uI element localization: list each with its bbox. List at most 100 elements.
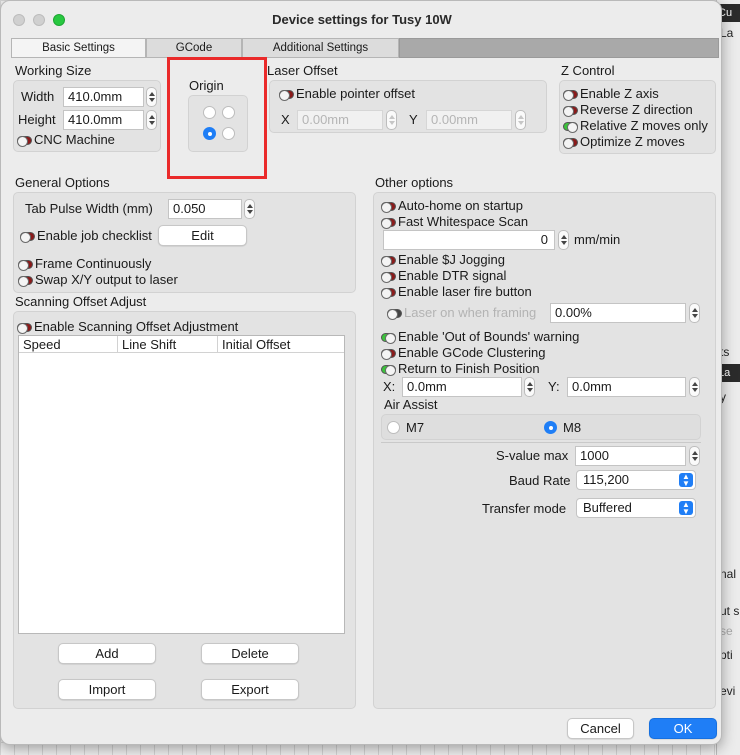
background-text: evi xyxy=(720,684,736,698)
svalue-max-stepper[interactable] xyxy=(689,446,700,466)
other-options-heading: Other options xyxy=(375,175,454,190)
width-stepper[interactable] xyxy=(146,87,157,107)
reverse-z-direction-toggle[interactable] xyxy=(563,106,578,117)
optimize-z-moves-toggle[interactable] xyxy=(563,138,578,149)
origin-bottom-left-radio[interactable] xyxy=(203,127,216,140)
settings-tab-bar: Basic Settings GCode Additional Settings xyxy=(11,38,719,58)
window-title: Device settings for Tusy 10W xyxy=(272,12,452,27)
laser-fire-button-toggle[interactable] xyxy=(381,288,396,299)
reverse-z-direction-label: Reverse Z direction xyxy=(580,102,693,117)
offset-x-label: X xyxy=(281,112,290,127)
background-text: ts xyxy=(720,345,730,359)
finish-y-stepper[interactable] xyxy=(689,377,700,397)
svalue-max-input[interactable]: 1000 xyxy=(575,446,686,466)
origin-bottom-right-radio[interactable] xyxy=(222,127,235,140)
height-label: Height xyxy=(18,112,56,127)
air-assist-heading: Air Assist xyxy=(384,397,438,412)
frame-continuously-toggle[interactable] xyxy=(18,260,33,271)
relative-z-moves-toggle[interactable] xyxy=(563,122,578,133)
background-text: se xyxy=(720,624,733,638)
width-label: Width xyxy=(21,89,55,104)
return-finish-label: Return to Finish Position xyxy=(398,361,540,376)
background-text: pti xyxy=(720,648,733,662)
delete-button[interactable]: Delete xyxy=(201,643,299,664)
scanning-offset-heading: Scanning Offset Adjust xyxy=(15,294,147,309)
transfer-mode-select[interactable]: Buffered ▲ ▼ xyxy=(576,498,696,518)
offset-y-label: Y xyxy=(409,112,418,127)
background-text: nal xyxy=(720,567,737,581)
offset-y-stepper[interactable] xyxy=(515,110,526,130)
return-finish-toggle[interactable] xyxy=(381,365,396,376)
transfer-mode-value: Buffered xyxy=(583,500,632,515)
tab-additional-settings[interactable]: Additional Settings xyxy=(242,38,399,58)
laser-fire-button-label: Enable laser fire button xyxy=(398,284,532,299)
air-assist-group xyxy=(381,414,701,440)
title-bar: Device settings for Tusy 10W xyxy=(1,1,721,37)
finish-x-stepper[interactable] xyxy=(524,377,535,397)
whitespace-speed-stepper[interactable] xyxy=(558,230,569,250)
edit-checklist-button[interactable]: Edit xyxy=(158,225,247,246)
ok-button[interactable]: OK xyxy=(649,718,717,739)
height-stepper[interactable] xyxy=(146,110,157,130)
frame-continuously-label: Frame Continuously xyxy=(35,256,152,271)
width-input[interactable]: 410.0mm xyxy=(63,87,144,107)
sj-jogging-toggle[interactable] xyxy=(381,256,396,267)
gcode-clustering-toggle[interactable] xyxy=(381,349,396,360)
scanning-offset-table[interactable]: Speed Line Shift Initial Offset xyxy=(18,335,345,634)
out-of-bounds-toggle[interactable] xyxy=(381,333,396,344)
offset-y-input[interactable]: 0.00mm xyxy=(426,110,512,130)
auto-home-label: Auto-home on startup xyxy=(398,198,524,213)
finish-x-input[interactable]: 0.0mm xyxy=(402,377,522,397)
pointer-offset-toggle[interactable] xyxy=(279,90,294,101)
height-input[interactable]: 410.0mm xyxy=(63,110,144,130)
laser-framing-power-input[interactable]: 0.00% xyxy=(550,303,686,323)
dtr-signal-toggle[interactable] xyxy=(381,272,396,283)
laser-framing-toggle[interactable] xyxy=(387,309,402,320)
column-header-speed[interactable]: Speed xyxy=(19,336,117,353)
origin-selector xyxy=(188,95,248,152)
add-button[interactable]: Add xyxy=(58,643,156,664)
origin-top-left-radio[interactable] xyxy=(203,106,216,119)
tab-pulse-width-input[interactable]: 0.050 xyxy=(168,199,242,219)
cnc-machine-toggle[interactable] xyxy=(17,136,32,147)
origin-heading: Origin xyxy=(189,78,224,93)
gcode-clustering-label: Enable GCode Clustering xyxy=(398,345,546,360)
tab-basic-settings[interactable]: Basic Settings xyxy=(11,38,146,58)
sj-jogging-label: Enable $J Jogging xyxy=(398,252,505,267)
table-header: Speed Line Shift Initial Offset xyxy=(19,336,344,353)
general-options-heading: General Options xyxy=(15,175,110,190)
baud-rate-value: 115,200 xyxy=(583,472,630,487)
svalue-max-label: S-value max xyxy=(496,448,569,463)
whitespace-unit-label: mm/min xyxy=(574,232,621,247)
enable-z-axis-toggle[interactable] xyxy=(563,90,578,101)
air-assist-m8-label: M8 xyxy=(563,420,582,435)
origin-top-right-radio[interactable] xyxy=(222,106,235,119)
finish-y-input[interactable]: 0.0mm xyxy=(567,377,686,397)
cancel-button[interactable]: Cancel xyxy=(567,718,634,739)
import-button[interactable]: Import xyxy=(58,679,156,700)
tab-gcode[interactable]: GCode xyxy=(146,38,242,58)
swap-xy-toggle[interactable] xyxy=(18,276,33,287)
device-settings-dialog: Device settings for Tusy 10W Basic Setti… xyxy=(0,0,722,745)
air-assist-m8-radio[interactable] xyxy=(544,421,557,434)
air-assist-m7-radio[interactable] xyxy=(387,421,400,434)
job-checklist-toggle[interactable] xyxy=(20,232,35,243)
offset-x-stepper[interactable] xyxy=(386,110,397,130)
dtr-signal-label: Enable DTR signal xyxy=(398,268,507,283)
tab-bar-filler xyxy=(399,38,719,58)
scanning-offset-toggle[interactable] xyxy=(17,323,32,334)
column-header-line-shift[interactable]: Line Shift xyxy=(117,336,217,353)
background-text: La xyxy=(720,26,734,40)
auto-home-toggle[interactable] xyxy=(381,202,396,213)
optimize-z-moves-label: Optimize Z moves xyxy=(580,134,685,149)
tab-pulse-width-stepper[interactable] xyxy=(244,199,255,219)
whitespace-speed-input[interactable]: 0 xyxy=(383,230,555,250)
baud-rate-select[interactable]: 115,200 ▲ ▼ xyxy=(576,470,696,490)
column-header-initial-offset[interactable]: Initial Offset xyxy=(217,336,344,353)
export-button[interactable]: Export xyxy=(201,679,299,700)
air-assist-divider xyxy=(381,442,701,443)
laser-framing-power-stepper[interactable] xyxy=(689,303,700,323)
offset-x-input[interactable]: 0.00mm xyxy=(297,110,383,130)
fast-whitespace-toggle[interactable] xyxy=(381,218,396,229)
background-text: y xyxy=(720,390,726,404)
